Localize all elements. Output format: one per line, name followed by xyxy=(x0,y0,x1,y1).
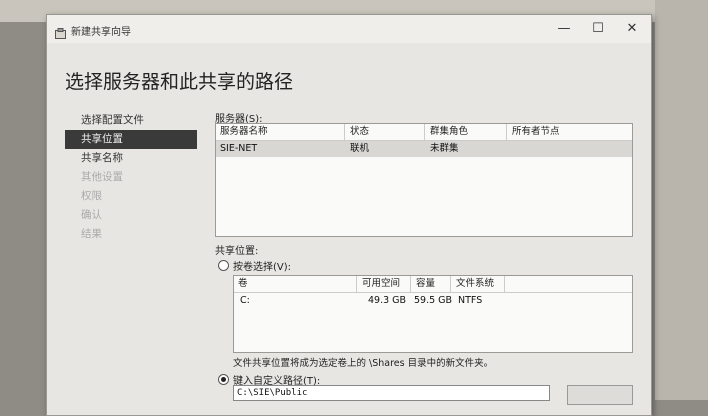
volume-list-header: 卷 可用空间 容量 文件系统 xyxy=(234,276,632,293)
custom-path-input[interactable]: C:\SIE\Public xyxy=(233,385,550,401)
share-wizard-icon xyxy=(55,24,66,39)
by-volume-label[interactable]: 按卷选择(V): xyxy=(233,258,291,273)
column-owner-node[interactable]: 所有者节点 xyxy=(508,124,592,140)
file-system-cell: NTFS xyxy=(458,295,483,306)
nav-item-share-name[interactable]: 共享名称 xyxy=(65,149,197,168)
table-row[interactable]: C: 49.3 GB 59.5 GB NTFS xyxy=(234,293,632,309)
column-status[interactable]: 状态 xyxy=(346,124,425,140)
volume-note: 文件共享位置将成为选定卷上的 \Shares 目录中的新文件夹。 xyxy=(233,358,494,369)
nav-item-share-location[interactable]: 共享位置 xyxy=(65,130,197,149)
nav-item-confirm: 确认 xyxy=(81,209,102,221)
volume-cell: C: xyxy=(240,295,250,306)
server-role-cell: 未群集 xyxy=(430,143,459,154)
volume-list[interactable]: 卷 可用空间 容量 文件系统 C: 49.3 GB 59.5 GB NTFS xyxy=(233,275,633,353)
capacity-cell: 59.5 GB xyxy=(414,295,453,306)
maximize-button[interactable]: ☐ xyxy=(581,19,615,39)
nav-item-permissions: 权限 xyxy=(81,190,102,202)
server-list[interactable]: 服务器名称 状态 群集角色 所有者节点 SIE-NET 联机 未群集 xyxy=(215,123,633,237)
column-capacity[interactable]: 容量 xyxy=(412,276,451,292)
custom-path-radio[interactable] xyxy=(218,374,229,385)
column-free-space[interactable]: 可用空间 xyxy=(358,276,411,292)
server-name-cell: SIE-NET xyxy=(220,143,258,154)
nav-item-select-profile[interactable]: 选择配置文件 xyxy=(65,111,197,130)
new-share-wizard-window: 新建共享向导 — ☐ ✕ 选择服务器和此共享的路径 选择配置文件 共享位置 共享… xyxy=(46,14,652,416)
column-file-system[interactable]: 文件系统 xyxy=(452,276,505,292)
wizard-nav: 选择配置文件 共享位置 共享名称 其他设置 权限 确认 结果 xyxy=(65,111,197,244)
table-row[interactable]: SIE-NET 联机 未群集 xyxy=(216,141,632,157)
server-status-cell: 联机 xyxy=(350,143,370,154)
by-volume-radio[interactable] xyxy=(218,260,229,271)
nav-item-results: 结果 xyxy=(81,228,102,240)
page-heading: 选择服务器和此共享的路径 xyxy=(65,71,294,93)
minimize-button[interactable]: — xyxy=(547,19,581,39)
server-list-header: 服务器名称 状态 群集角色 所有者节点 xyxy=(216,124,632,141)
title-bar[interactable]: 新建共享向导 — ☐ ✕ xyxy=(47,15,651,43)
background-right xyxy=(655,0,708,400)
close-button[interactable]: ✕ xyxy=(615,19,649,39)
column-volume[interactable]: 卷 xyxy=(234,276,357,292)
column-server-name[interactable]: 服务器名称 xyxy=(216,124,345,140)
window-title: 新建共享向导 xyxy=(71,27,131,38)
browse-button[interactable] xyxy=(567,385,633,405)
free-space-cell: 49.3 GB xyxy=(368,295,407,306)
column-cluster-role[interactable]: 群集角色 xyxy=(426,124,507,140)
share-location-label: 共享位置: xyxy=(215,246,259,257)
nav-item-other-settings: 其他设置 xyxy=(81,171,123,183)
